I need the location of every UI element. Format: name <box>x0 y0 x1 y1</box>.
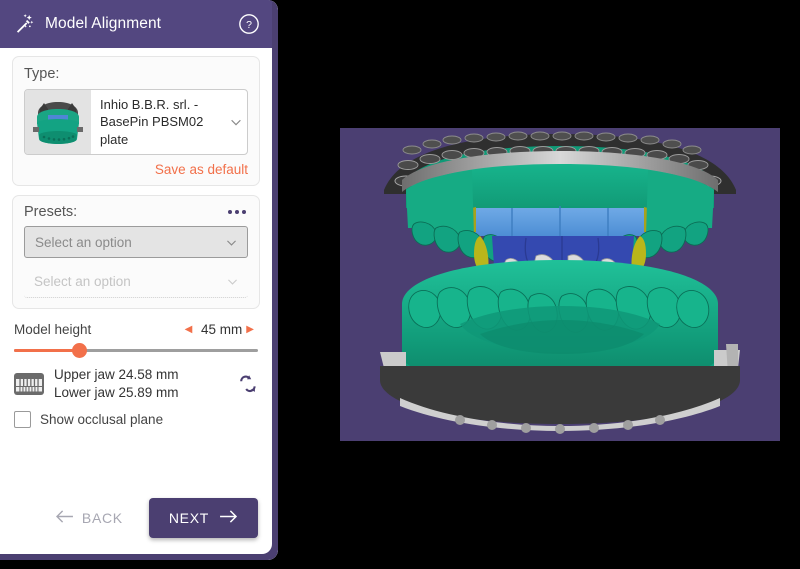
chevron-down-icon <box>225 90 247 154</box>
panel-footer: BACK NEXT <box>0 488 272 554</box>
3d-model-viewport[interactable] <box>340 128 780 441</box>
type-selected-value: Inhio B.B.R. srl. - BasePin PBSM02 plate <box>100 97 204 147</box>
back-button-label: BACK <box>81 510 123 526</box>
model-height-slider[interactable] <box>14 343 258 358</box>
show-occlusal-plane-checkbox[interactable] <box>14 411 31 429</box>
preset-primary-select[interactable]: Select an option <box>24 226 248 258</box>
slider-knob[interactable] <box>72 343 87 358</box>
upper-jaw-value: Upper jaw 24.58 mm <box>54 367 179 382</box>
model-height-row: Model height ◀ 45 mm ▶ <box>14 322 258 337</box>
next-button[interactable]: NEXT <box>148 498 258 538</box>
presets-label: Presets: <box>24 204 78 220</box>
preset-primary-placeholder: Select an option <box>35 234 132 250</box>
ellipsis-icon[interactable] <box>226 206 248 218</box>
app-root: Model Alignment ? Type: Inhio B.B.R. srl… <box>0 0 800 569</box>
arrow-left-icon <box>55 509 74 527</box>
jaw-measurement-values: Upper jaw 24.58 mm Lower jaw 25.89 mm <box>52 366 230 402</box>
help-circle-icon[interactable]: ? <box>238 13 260 35</box>
save-as-default-link[interactable]: Save as default <box>24 162 248 177</box>
caret-right-icon[interactable]: ▶ <box>242 324 258 335</box>
type-card: Type: Inhio B.B.R. srl. - BasePin PBSM02… <box>12 56 260 186</box>
next-button-label: NEXT <box>168 510 209 526</box>
refresh-sync-icon[interactable] <box>230 372 260 396</box>
presets-card: Presets: Select an option Select an opti… <box>12 195 260 309</box>
lower-jaw-value: Lower jaw 25.89 mm <box>54 385 179 401</box>
type-select-dropdown[interactable]: Inhio B.B.R. srl. - BasePin PBSM02 plate <box>24 89 248 155</box>
model-height-label: Model height <box>14 322 92 337</box>
model-plate-thumbnail <box>25 90 91 154</box>
caret-left-icon[interactable]: ◀ <box>181 324 197 335</box>
type-label: Type: <box>24 66 60 82</box>
page-title: Model Alignment <box>45 15 162 32</box>
panel-body: Type: Inhio B.B.R. srl. - BasePin PBSM02… <box>0 48 272 488</box>
preset-secondary-select: Select an option <box>24 266 248 298</box>
arrow-right-icon <box>219 509 238 527</box>
jaw-measurements-row: Upper jaw 24.58 mm Lower jaw 25.89 mm <box>12 366 260 402</box>
dental-model-icon <box>12 369 52 399</box>
show-occlusal-plane-label: Show occlusal plane <box>40 412 164 428</box>
svg-text:?: ? <box>246 19 252 31</box>
slider-fill <box>14 349 80 352</box>
chevron-down-icon <box>224 275 240 288</box>
back-button[interactable]: BACK <box>43 501 135 535</box>
panel-inner: Model Alignment ? Type: Inhio B.B.R. srl… <box>0 0 272 554</box>
model-height-section: Model height ◀ 45 mm ▶ <box>12 322 260 358</box>
panel-header: Model Alignment ? <box>0 0 272 48</box>
magic-wand-icon <box>14 13 36 35</box>
preset-secondary-placeholder: Select an option <box>34 274 131 289</box>
show-occlusal-plane-row[interactable]: Show occlusal plane <box>12 411 260 429</box>
model-height-value: 45 mm <box>201 322 243 337</box>
model-alignment-panel: Model Alignment ? Type: Inhio B.B.R. srl… <box>0 0 278 560</box>
chevron-down-icon <box>223 236 239 249</box>
presets-header: Presets: <box>24 204 248 220</box>
